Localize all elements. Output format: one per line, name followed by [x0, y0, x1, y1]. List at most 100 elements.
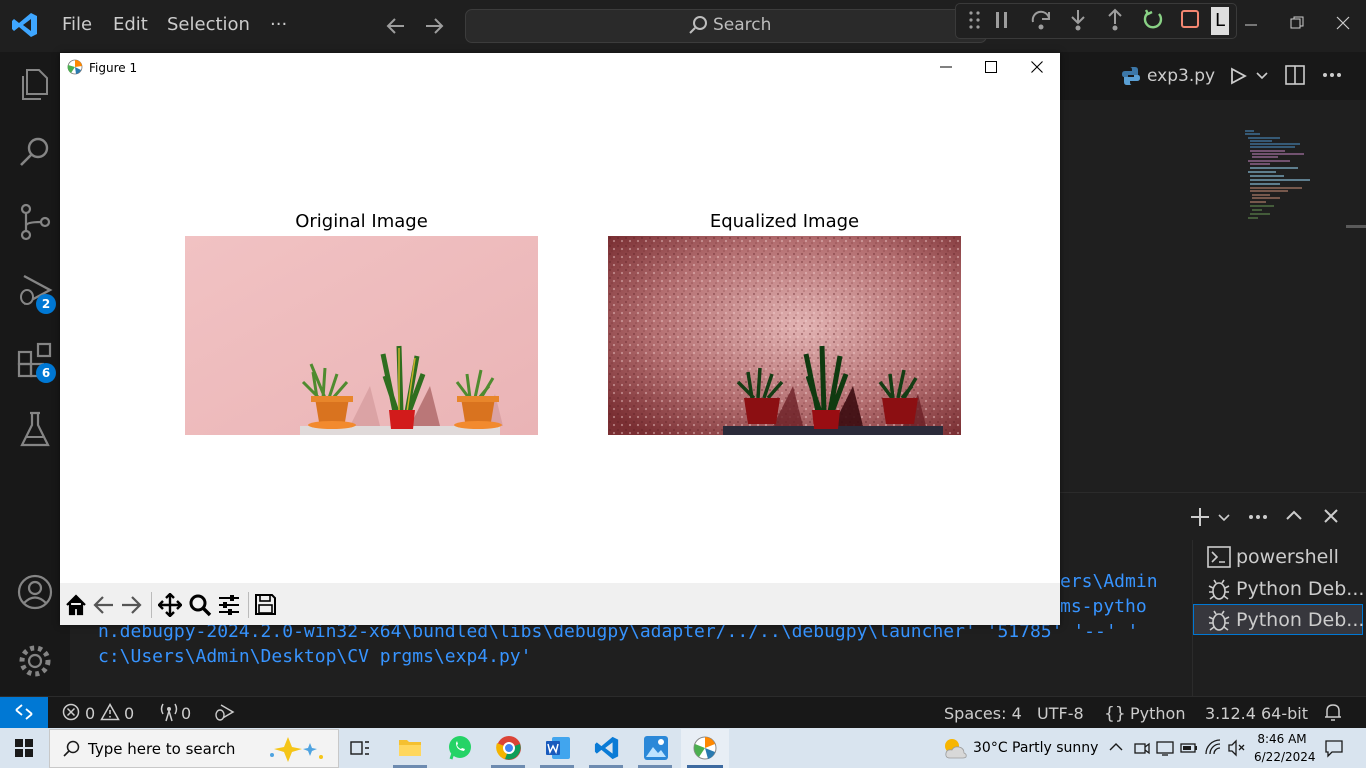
chevron-down-icon[interactable] [1255, 70, 1269, 82]
language-mode[interactable]: Python [1130, 704, 1185, 723]
taskbar-search-icon [63, 740, 80, 757]
run-file-icon[interactable] [1229, 67, 1247, 85]
terminal-item-python-debug-2[interactable]: Python Deb... [1236, 609, 1364, 631]
toolbar-separator [248, 592, 249, 618]
restart-icon[interactable] [1142, 8, 1164, 30]
more-actions-icon[interactable] [1322, 70, 1342, 80]
terminal-output-fragment-2: ms-pytho [1060, 596, 1147, 617]
indentation-status[interactable]: Spaces: 4 [944, 704, 1022, 723]
minimap-scroll-indicator [1346, 225, 1366, 228]
testing-flask-icon[interactable] [19, 410, 51, 448]
word-icon[interactable] [545, 735, 571, 761]
menu-selection[interactable]: Selection [167, 14, 250, 35]
powershell-terminal-icon [1207, 546, 1231, 568]
weather-temperature[interactable]: 30°C [973, 740, 1008, 756]
original-image [185, 236, 538, 435]
terminal-item-python-debug-1[interactable]: Python Deb... [1236, 578, 1364, 600]
task-view-icon[interactable] [350, 738, 370, 758]
menu-more[interactable]: ··· [270, 14, 287, 35]
taskbar-search-placeholder: Type here to search [88, 740, 236, 758]
search-highlight-sparkle-icon [270, 737, 323, 762]
figure-minimize-icon[interactable] [940, 66, 952, 68]
battery-icon[interactable] [1180, 739, 1198, 757]
remote-icon [15, 704, 33, 720]
python-interpreter[interactable]: 3.12.4 64-bit [1205, 704, 1308, 723]
debug-launch-icon[interactable] [213, 703, 235, 721]
chrome-icon[interactable] [496, 735, 522, 761]
windows-start-icon[interactable] [15, 739, 33, 757]
photos-icon[interactable] [643, 735, 669, 761]
editor-tab-exp3[interactable]: exp3.py [1147, 66, 1215, 86]
back-view-icon[interactable] [93, 594, 115, 616]
home-icon[interactable] [65, 594, 87, 616]
search-view-icon[interactable] [17, 134, 53, 170]
split-editor-icon[interactable] [1285, 65, 1305, 85]
terminal-dropdown-chevron-icon[interactable] [1217, 512, 1231, 524]
warning-count[interactable]: 0 [124, 704, 134, 723]
volume-muted-icon[interactable] [1227, 739, 1245, 757]
show-hidden-icons-chevron-icon[interactable] [1108, 741, 1124, 753]
close-panel-icon[interactable] [1323, 508, 1339, 524]
file-explorer-icon[interactable] [398, 736, 422, 758]
pan-move-icon[interactable] [158, 593, 182, 617]
save-figure-icon[interactable] [255, 594, 276, 615]
account-icon[interactable] [16, 573, 54, 611]
notifications-bell-icon[interactable] [1324, 702, 1342, 722]
stop-icon[interactable] [1180, 9, 1200, 29]
manage-gear-icon[interactable] [16, 642, 54, 680]
error-count[interactable]: 0 [85, 704, 95, 723]
forward-view-icon[interactable] [120, 594, 142, 616]
braces-icon: {} [1104, 704, 1126, 724]
meet-now-icon[interactable] [1133, 739, 1151, 757]
explorer-icon[interactable] [17, 66, 53, 102]
wifi-icon[interactable] [1204, 739, 1222, 757]
minimap[interactable] [1240, 128, 1320, 228]
ports-count[interactable]: 0 [181, 704, 191, 723]
step-out-icon[interactable] [1105, 8, 1125, 32]
terminal-item-powershell[interactable]: powershell [1236, 546, 1339, 568]
figure-close-icon[interactable] [1031, 61, 1043, 73]
maximize-panel-icon[interactable] [1285, 508, 1303, 522]
equalized-image-title: Equalized Image [709, 211, 860, 232]
forward-arrow-icon[interactable] [423, 15, 445, 37]
extensions-badge: 6 [36, 363, 56, 383]
menu-file[interactable]: File [62, 14, 92, 35]
display-icon[interactable] [1156, 739, 1174, 757]
drag-handle-icon[interactable] [968, 10, 982, 30]
python-file-icon [1122, 67, 1140, 85]
restore-icon[interactable] [1290, 16, 1304, 30]
clock-date[interactable]: 6/22/2024 [1254, 750, 1316, 764]
warning-icon [100, 703, 120, 721]
matplotlib-window-icon [67, 59, 83, 75]
encoding-status[interactable]: UTF-8 [1037, 704, 1084, 723]
minimize-icon[interactable] [1244, 18, 1258, 32]
step-into-icon[interactable] [1068, 8, 1088, 32]
search-icon [689, 16, 707, 34]
terminal-output-line-2: c:\Users\Admin\Desktop\CV prgms\exp4.py' [98, 646, 532, 667]
menu-edit[interactable]: Edit [113, 14, 148, 35]
clock-time[interactable]: 8:46 AM [1257, 732, 1307, 746]
equalized-image [608, 236, 961, 435]
original-image-title: Original Image [295, 211, 428, 232]
configure-subplots-icon[interactable] [218, 594, 240, 616]
search-placeholder: Search [713, 15, 772, 35]
ports-broadcast-icon [160, 703, 178, 722]
source-control-icon[interactable] [17, 202, 53, 242]
step-over-icon[interactable] [1029, 8, 1053, 32]
panel-more-icon[interactable] [1248, 512, 1268, 522]
debug-terminal-icon [1208, 579, 1230, 600]
new-terminal-icon[interactable] [1190, 507, 1210, 527]
figure-maximize-icon[interactable] [985, 61, 997, 73]
weather-description[interactable]: Partly sunny [1012, 740, 1098, 756]
editor-area [1060, 52, 1366, 492]
close-icon[interactable] [1336, 16, 1350, 30]
debug-config-letter[interactable]: L [1211, 7, 1229, 35]
notification-center-icon[interactable] [1324, 738, 1344, 758]
vscode-taskbar-icon[interactable] [594, 735, 620, 761]
whatsapp-icon[interactable] [447, 735, 473, 761]
zoom-magnifier-icon[interactable] [188, 593, 212, 617]
pause-icon[interactable] [994, 10, 1010, 30]
matplotlib-icon [693, 736, 717, 760]
back-arrow-icon[interactable] [385, 15, 407, 37]
vscode-logo-icon [12, 13, 37, 37]
